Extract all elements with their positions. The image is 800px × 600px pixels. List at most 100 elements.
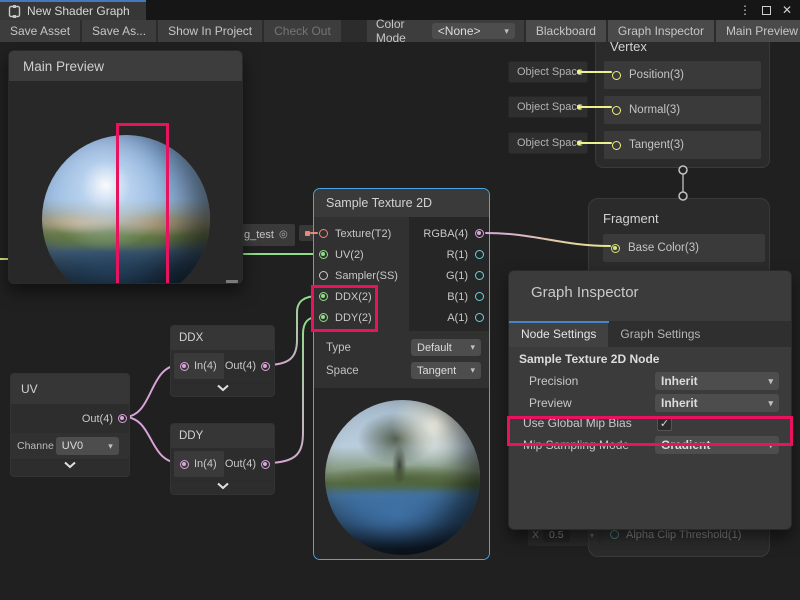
ddx-out-port-icon[interactable] <box>261 362 270 371</box>
ddx-node-title: DDX <box>171 326 274 350</box>
ddy-input-port-icon[interactable] <box>319 313 328 322</box>
texture-input-slot[interactable]: Texture(T2) <box>314 223 409 244</box>
inspector-tabs: Node Settings Graph Settings <box>509 321 791 347</box>
property-node-g-test[interactable]: g_test ◎ <box>237 224 315 246</box>
uv-out-slot[interactable]: Out(4) <box>11 404 129 433</box>
precision-row: Precision Inherit ▾ <box>519 371 781 391</box>
uv-input-slot[interactable]: UV(2) <box>314 244 409 265</box>
top-bars: New Shader Graph ⋮ ✕ Save Asset Save As.… <box>0 0 800 42</box>
a-output-slot[interactable]: A(1) <box>409 307 489 328</box>
menu-icon[interactable]: ⋮ <box>739 4 751 16</box>
uv-node[interactable]: UV Out(4) Channe UV0 ▾ <box>10 373 130 477</box>
rgba-output-slot[interactable]: RGBA(4) <box>409 223 489 244</box>
maximize-icon[interactable] <box>762 6 771 15</box>
uv-channel-dropdown[interactable]: UV0 ▾ <box>56 437 119 455</box>
chevron-down-icon: ▾ <box>762 398 773 409</box>
mip-mode-dropdown[interactable]: Gradient ▾ <box>655 436 779 454</box>
position-space-dropdown[interactable]: Object Space <box>508 61 588 83</box>
tangent-space-dropdown[interactable]: Object Space <box>508 132 588 154</box>
tab-node-settings[interactable]: Node Settings <box>509 321 608 347</box>
type-label: Type <box>326 342 351 354</box>
ddy-in-port-icon[interactable] <box>180 460 189 469</box>
sample-texture-io: Texture(T2) UV(2) Sampler(SS) DDX(2) DDY… <box>314 217 489 331</box>
a-output-port-icon[interactable] <box>475 313 484 322</box>
check-out-button: Check Out <box>264 20 341 42</box>
vertex-node[interactable]: Vertex Position(3) Normal(3) Tangent(3) <box>595 30 770 168</box>
normal-space-dropdown[interactable]: Object Space <box>508 96 588 118</box>
vertex-normal-slot[interactable]: Normal(3) <box>604 96 761 124</box>
mip-mode-row: Mip Sampling Mode Gradient ▾ <box>519 435 781 455</box>
ddx-input-port-icon[interactable] <box>319 292 328 301</box>
ddy-input-slot[interactable]: DDY(2) <box>314 307 409 328</box>
r-output-slot[interactable]: R(1) <box>409 244 489 265</box>
chevron-down-icon: ▾ <box>464 342 475 353</box>
ddx-node[interactable]: DDX In(4) Out(4) <box>170 325 275 397</box>
ddx-input-slot[interactable]: DDX(2) <box>314 286 409 307</box>
alpha-clip-port-icon[interactable] <box>610 530 619 539</box>
uv-collapse-button[interactable] <box>11 461 129 477</box>
collapse-chevron-icon <box>216 384 230 392</box>
ddy-node[interactable]: DDY In(4) Out(4) <box>170 423 275 495</box>
texture-input-port-icon[interactable] <box>319 229 328 238</box>
sampler-input-slot[interactable]: Sampler(SS) <box>314 265 409 286</box>
graph-tab[interactable]: New Shader Graph <box>0 0 146 20</box>
preview-dropdown[interactable]: Inherit ▾ <box>655 394 779 412</box>
ddy-out-port-icon[interactable] <box>261 460 270 469</box>
save-asset-button[interactable]: Save Asset <box>0 20 80 42</box>
vertex-position-slot[interactable]: Position(3) <box>604 61 761 89</box>
g-output-slot[interactable]: G(1) <box>409 265 489 286</box>
uv-input-port-icon[interactable] <box>319 250 328 259</box>
ddx-in-slot[interactable]: In(4) <box>174 353 224 379</box>
blackboard-toggle[interactable]: Blackboard <box>526 20 606 42</box>
ddx-io-row: In(4) Out(4) <box>171 350 274 382</box>
type-dropdown[interactable]: Default ▾ <box>411 339 481 356</box>
view-toggles: Blackboard Graph Inspector Main Preview <box>524 20 800 42</box>
close-icon[interactable]: ✕ <box>782 4 792 16</box>
g-output-port-icon[interactable] <box>475 271 484 280</box>
tangent-port-icon[interactable] <box>612 141 621 150</box>
graph-inspector-toggle[interactable]: Graph Inspector <box>608 20 714 42</box>
main-preview-panel[interactable]: Main Preview <box>8 50 243 284</box>
alpha-chip-value[interactable]: 0.5 <box>543 528 570 542</box>
normal-port-icon[interactable] <box>612 106 621 115</box>
resize-grip[interactable] <box>226 280 238 283</box>
uv-input-label: UV(2) <box>335 249 364 261</box>
b-output-port-icon[interactable] <box>475 292 484 301</box>
mip-mode-value: Gradient <box>661 438 710 452</box>
r-output-port-icon[interactable] <box>475 250 484 259</box>
graph-inspector-panel[interactable]: Graph Inspector Node Settings Graph Sett… <box>508 270 792 530</box>
tab-graph-settings[interactable]: Graph Settings <box>608 321 712 347</box>
uv-channel-label: Channe <box>17 440 54 452</box>
toolbar: Save Asset Save As... Show In Project Ch… <box>0 20 800 42</box>
main-preview-toggle[interactable]: Main Preview <box>716 20 800 42</box>
window-controls: ⋮ ✕ <box>739 0 800 20</box>
save-as-button[interactable]: Save As... <box>82 20 156 42</box>
rgba-output-port-icon[interactable] <box>475 229 484 238</box>
base-color-port-icon[interactable] <box>611 244 620 253</box>
uv-out-port-icon[interactable] <box>118 414 127 423</box>
b-output-slot[interactable]: B(1) <box>409 286 489 307</box>
ddx-input-label: DDX(2) <box>335 291 372 303</box>
uv-channel-row: Channe UV0 ▾ <box>11 433 129 459</box>
alpha-clip-label: Alpha Clip Threshold(1) <box>626 529 741 541</box>
ddy-in-slot[interactable]: In(4) <box>174 451 224 477</box>
sample-texture-2d-node[interactable]: Sample Texture 2D Texture(T2) UV(2) Samp… <box>313 188 490 560</box>
base-color-slot[interactable]: Base Color(3) <box>603 234 765 262</box>
color-mode-dropdown[interactable]: <None> ▾ <box>432 23 515 39</box>
space-dropdown[interactable]: Tangent ▾ <box>411 362 481 379</box>
chevron-down-icon: ▾ <box>590 531 594 540</box>
ddx-collapse-button[interactable] <box>171 384 274 397</box>
ddx-out-slot[interactable]: Out(4) <box>225 360 270 372</box>
position-port-icon[interactable] <box>612 71 621 80</box>
ddx-in-port-icon[interactable] <box>180 362 189 371</box>
inspector-node-header-row: Sample Texture 2D Node <box>519 349 781 369</box>
sampler-input-port-icon[interactable] <box>319 271 328 280</box>
ddy-out-slot[interactable]: Out(4) <box>225 458 270 470</box>
preview-row: Preview Inherit ▾ <box>519 393 781 413</box>
ddy-collapse-button[interactable] <box>171 482 274 495</box>
precision-dropdown[interactable]: Inherit ▾ <box>655 372 779 390</box>
show-in-project-button[interactable]: Show In Project <box>158 20 262 42</box>
mip-bias-checkbox[interactable]: ✓ <box>657 416 672 431</box>
chevron-down-icon: ▾ <box>498 26 509 37</box>
vertex-tangent-slot[interactable]: Tangent(3) <box>604 131 761 159</box>
